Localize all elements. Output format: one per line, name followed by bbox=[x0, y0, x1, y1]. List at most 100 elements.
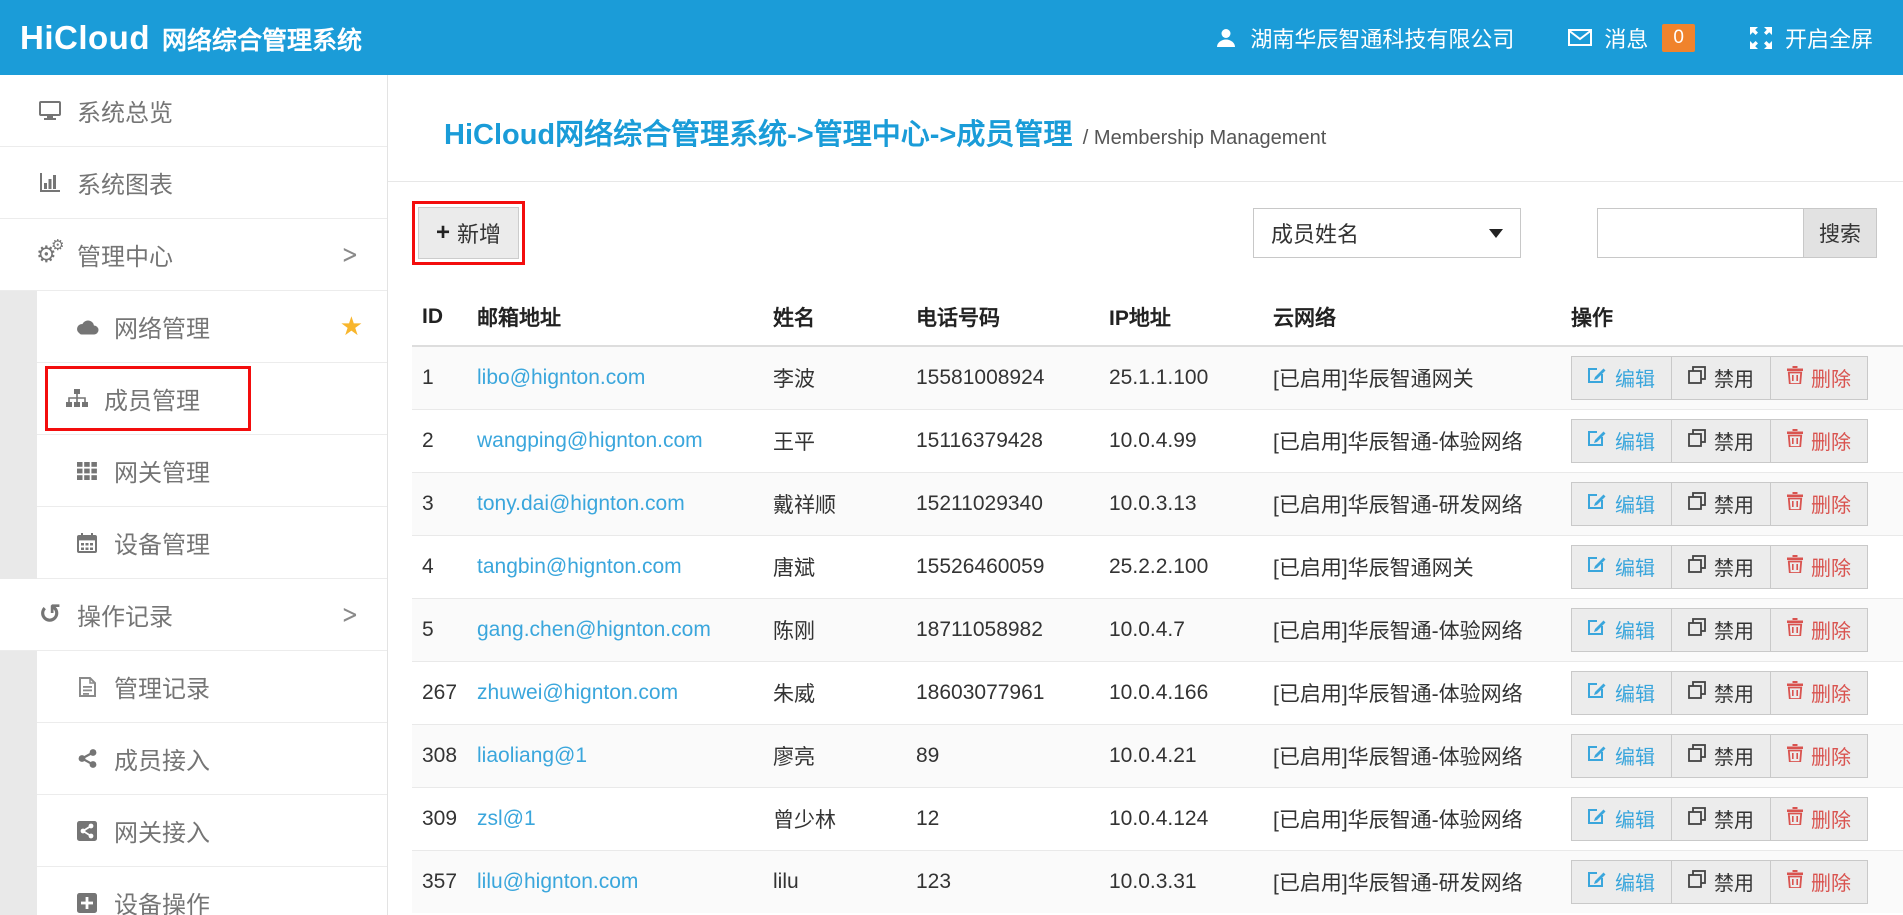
company-name: 湖南华辰智通科技有限公司 bbox=[1250, 22, 1514, 54]
cell-email: lilu@hignton.com bbox=[467, 850, 763, 913]
cell-id: 2 bbox=[412, 409, 467, 472]
breadcrumb-subtitle: / Membership Management bbox=[1083, 127, 1326, 149]
sidebar-item-device-management[interactable]: 设备管理 bbox=[37, 507, 387, 579]
member-email-link[interactable]: lilu@hignton.com bbox=[477, 870, 638, 893]
search-button[interactable]: 搜索 bbox=[1803, 208, 1877, 258]
trash-icon bbox=[1787, 807, 1803, 831]
edit-button[interactable]: 编辑 bbox=[1571, 482, 1672, 526]
cell-phone: 18711058982 bbox=[906, 598, 1099, 661]
brand-suffix: 网络综合管理系统 bbox=[162, 21, 362, 57]
member-email-link[interactable]: liaoliang@1 bbox=[477, 744, 587, 767]
app-logo[interactable]: HiCloud 网络综合管理系统 bbox=[20, 19, 362, 57]
cell-email: tony.dai@hignton.com bbox=[467, 472, 763, 535]
share-icon bbox=[73, 749, 101, 768]
disable-button[interactable]: 禁用 bbox=[1671, 797, 1771, 841]
user-icon bbox=[1212, 27, 1240, 49]
cell-actions: 编辑 禁用 删除 bbox=[1561, 661, 1903, 724]
edit-icon bbox=[1588, 806, 1607, 831]
edit-button[interactable]: 编辑 bbox=[1571, 545, 1672, 589]
sidebar-item-operation-records[interactable]: ↺ 操作记录 > bbox=[0, 579, 387, 651]
sidebar-item-member-access[interactable]: 成员接入 bbox=[37, 723, 387, 795]
edit-button[interactable]: 编辑 bbox=[1571, 860, 1672, 904]
cell-phone: 18603077961 bbox=[906, 661, 1099, 724]
disable-button[interactable]: 禁用 bbox=[1671, 671, 1771, 715]
cell-name: 曾少林 bbox=[763, 787, 906, 850]
edit-icon bbox=[1588, 680, 1607, 705]
cell-ip: 10.0.3.31 bbox=[1099, 850, 1263, 913]
add-button[interactable]: + 新增 bbox=[418, 207, 519, 259]
delete-button[interactable]: 删除 bbox=[1770, 482, 1868, 526]
member-email-link[interactable]: tony.dai@hignton.com bbox=[477, 492, 685, 515]
sidebar-item-system-charts[interactable]: 系统图表 bbox=[0, 147, 387, 219]
sidebar-item-member-management[interactable]: 成员管理 bbox=[37, 363, 387, 435]
sidebar-item-gateway-management[interactable]: 网关管理 bbox=[37, 435, 387, 507]
table-row: 267 zhuwei@hignton.com 朱威 18603077961 10… bbox=[412, 661, 1903, 724]
disable-button[interactable]: 禁用 bbox=[1671, 860, 1771, 904]
cell-name: 戴祥顺 bbox=[763, 472, 906, 535]
edit-button[interactable]: 编辑 bbox=[1571, 356, 1672, 400]
edit-button[interactable]: 编辑 bbox=[1571, 419, 1672, 463]
company-menu[interactable]: 湖南华辰智通科技有限公司 bbox=[1212, 22, 1514, 54]
member-email-link[interactable]: libo@hignton.com bbox=[477, 366, 645, 389]
member-email-link[interactable]: wangping@hignton.com bbox=[477, 429, 703, 452]
disable-button[interactable]: 禁用 bbox=[1671, 482, 1771, 526]
member-email-link[interactable]: gang.chen@hignton.com bbox=[477, 618, 711, 641]
cell-name: 唐斌 bbox=[763, 535, 906, 598]
delete-button[interactable]: 删除 bbox=[1770, 860, 1868, 904]
sidebar-item-device-operations[interactable]: 设备操作 bbox=[37, 867, 387, 915]
edit-icon bbox=[1588, 428, 1607, 453]
table-row: 3 tony.dai@hignton.com 戴祥顺 15211029340 1… bbox=[412, 472, 1903, 535]
header-id: ID bbox=[412, 287, 467, 346]
delete-button[interactable]: 删除 bbox=[1770, 545, 1868, 589]
cell-id: 5 bbox=[412, 598, 467, 661]
cell-actions: 编辑 禁用 删除 bbox=[1561, 472, 1903, 535]
edit-button[interactable]: 编辑 bbox=[1571, 734, 1672, 778]
delete-button[interactable]: 删除 bbox=[1770, 356, 1868, 400]
disable-button[interactable]: 禁用 bbox=[1671, 545, 1771, 589]
delete-button[interactable]: 删除 bbox=[1770, 419, 1868, 463]
table-row: 1 libo@hignton.com 李波 15581008924 25.1.1… bbox=[412, 346, 1903, 409]
cell-phone: 123 bbox=[906, 850, 1099, 913]
row-action-group: 编辑 禁用 删除 bbox=[1571, 860, 1903, 904]
member-email-link[interactable]: tangbin@hignton.com bbox=[477, 555, 682, 578]
sidebar-item-admin-center[interactable]: ⚙⚙ 管理中心 > bbox=[0, 219, 387, 291]
sidebar-item-label: 管理中心 bbox=[77, 237, 173, 272]
member-email-link[interactable]: zhuwei@hignton.com bbox=[477, 681, 678, 704]
sidebar-item-system-overview[interactable]: 系统总览 bbox=[0, 75, 387, 147]
edit-button[interactable]: 编辑 bbox=[1571, 797, 1672, 841]
delete-button[interactable]: 删除 bbox=[1770, 608, 1868, 652]
sidebar-item-network-management[interactable]: 网络管理 ★ bbox=[37, 291, 387, 363]
messages-menu[interactable]: 消息 0 bbox=[1566, 22, 1695, 54]
disable-button[interactable]: 禁用 bbox=[1671, 608, 1771, 652]
delete-button[interactable]: 删除 bbox=[1770, 671, 1868, 715]
fullscreen-toggle[interactable]: 开启全屏 bbox=[1747, 22, 1873, 54]
sidebar-item-label: 系统图表 bbox=[77, 165, 173, 200]
toolbar: + 新增 成员姓名 搜索 bbox=[388, 182, 1903, 281]
cloud-icon bbox=[73, 319, 101, 335]
chevron-right-icon: > bbox=[342, 600, 358, 630]
sidebar-item-gateway-access[interactable]: 网关接入 bbox=[37, 795, 387, 867]
member-email-link[interactable]: zsl@1 bbox=[477, 807, 536, 830]
edit-icon bbox=[1588, 554, 1607, 579]
desktop-icon bbox=[36, 101, 64, 120]
filter-select[interactable]: 成员姓名 bbox=[1253, 208, 1521, 258]
disable-button[interactable]: 禁用 bbox=[1671, 356, 1771, 400]
cell-id: 1 bbox=[412, 346, 467, 409]
table-row: 308 liaoliang@1 廖亮 89 10.0.4.21 [已启用]华辰智… bbox=[412, 724, 1903, 787]
sidebar-item-admin-records[interactable]: 管理记录 bbox=[37, 651, 387, 723]
table-row: 309 zsl@1 曾少林 12 10.0.4.124 [已启用]华辰智通-体验… bbox=[412, 787, 1903, 850]
edit-button[interactable]: 编辑 bbox=[1571, 671, 1672, 715]
disable-button[interactable]: 禁用 bbox=[1671, 419, 1771, 463]
delete-button[interactable]: 删除 bbox=[1770, 734, 1868, 778]
delete-button[interactable]: 删除 bbox=[1770, 797, 1868, 841]
table-row: 357 lilu@hignton.com lilu 123 10.0.3.31 … bbox=[412, 850, 1903, 913]
disable-button[interactable]: 禁用 bbox=[1671, 734, 1771, 778]
search-input[interactable] bbox=[1597, 208, 1803, 258]
table-header-row: ID 邮箱地址 姓名 电话号码 IP地址 云网络 操作 bbox=[412, 287, 1903, 346]
edit-button[interactable]: 编辑 bbox=[1571, 608, 1672, 652]
sidebar-item-label: 操作记录 bbox=[77, 597, 173, 632]
row-action-group: 编辑 禁用 删除 bbox=[1571, 545, 1903, 589]
clone-icon bbox=[1688, 618, 1706, 642]
cell-email: zsl@1 bbox=[467, 787, 763, 850]
clone-icon bbox=[1688, 681, 1706, 705]
